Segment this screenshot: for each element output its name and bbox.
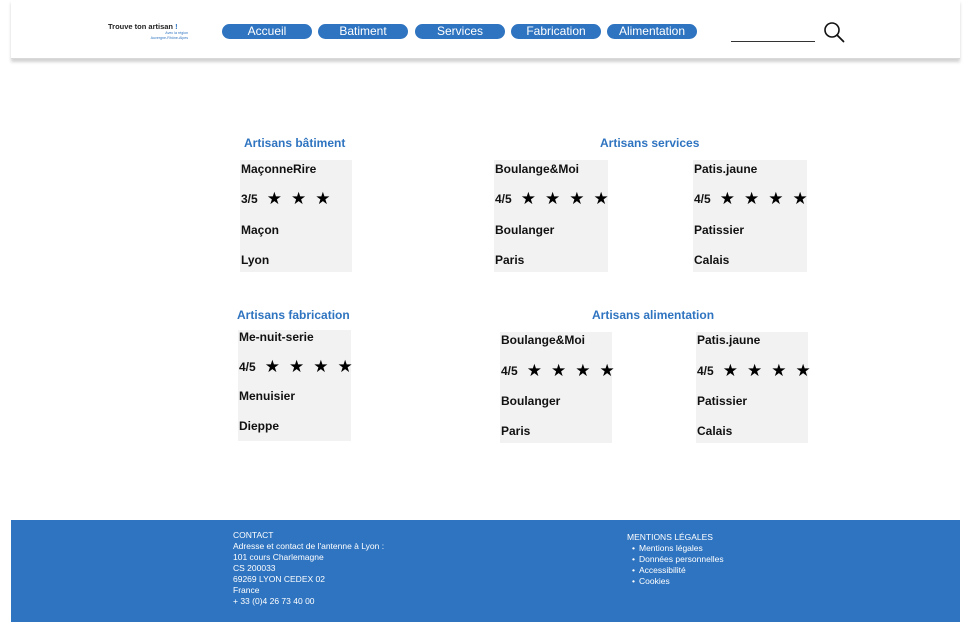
artisan-name: Boulange&Moi <box>495 162 579 176</box>
star-icon: ★ <box>593 189 609 208</box>
section-title-alimentation: Artisans alimentation <box>592 308 715 322</box>
artisan-card[interactable]: Boulange&Moi 4/5 ★ ★ ★ ★ Boulanger Paris <box>494 160 609 272</box>
contact-line: Adresse et contact de l'antenne à Lyon : <box>233 541 385 551</box>
artisan-card[interactable]: MaçonneRire 3/5 ★ ★ ★ Maçon Lyon <box>240 160 352 272</box>
rating-value: 4/5 <box>697 363 714 378</box>
star-icon: ★ <box>526 361 542 380</box>
artisan-rating: 4/5 ★ ★ ★ ★ <box>501 362 624 379</box>
star-icon: ★ <box>746 361 763 380</box>
nav-batiment[interactable]: Batiment <box>318 24 408 39</box>
artisan-rating: 4/5 ★ ★ ★ ★ <box>239 358 362 375</box>
artisan-card[interactable]: Patis.jaune 4/5 ★ ★ ★ ★ Patissier Calais <box>693 160 808 272</box>
artisan-job: Menuisier <box>239 389 296 403</box>
header: Trouve ton artisan ! Avec la région Auve… <box>11 0 960 59</box>
star-icon: ★ <box>768 189 784 208</box>
artisan-rating: 3/5 ★ ★ ★ <box>241 190 339 207</box>
legal-link-accessibilite[interactable]: Accessibilité <box>632 565 724 576</box>
rating-value: 4/5 <box>694 191 711 206</box>
artisan-city: Calais <box>694 253 730 267</box>
contact-line: 101 cours Charlemagne <box>233 552 324 562</box>
star-icon: ★ <box>264 357 280 376</box>
star-icon: ★ <box>315 189 331 208</box>
search-icon[interactable] <box>823 21 845 43</box>
contact-title: CONTACT <box>233 530 274 540</box>
star-icon: ★ <box>599 361 615 380</box>
rating-value: 4/5 <box>239 359 256 374</box>
legal-title: MENTIONS LÉGALES <box>627 532 713 542</box>
contact-line: CS 200033 <box>233 563 276 573</box>
search-input[interactable] <box>731 41 815 42</box>
star-icon: ★ <box>337 357 353 376</box>
star-icon: ★ <box>544 189 561 208</box>
legal-links: Mentions légales Données personnelles Ac… <box>627 543 724 587</box>
rating-value: 4/5 <box>501 363 518 378</box>
nav-fabrication[interactable]: Fabrication <box>511 24 601 39</box>
star-icon: ★ <box>722 361 738 380</box>
legal-link-donnees[interactable]: Données personnelles <box>632 554 724 565</box>
artisan-job: Patissier <box>694 223 745 237</box>
star-icon: ★ <box>795 361 811 380</box>
artisan-name: Me-nuit-serie <box>239 330 314 344</box>
artisan-name: Boulange&Moi <box>501 333 585 347</box>
nav-alimentation[interactable]: Alimentation <box>607 24 697 39</box>
star-icon: ★ <box>266 189 282 208</box>
star-icon: ★ <box>288 357 305 376</box>
nav-services[interactable]: Services <box>415 24 505 39</box>
artisan-job: Patissier <box>697 394 748 408</box>
footer: CONTACT Adresse et contact de l'antenne … <box>11 520 960 622</box>
star-icon: ★ <box>719 189 735 208</box>
star-icon: ★ <box>313 357 329 376</box>
artisan-rating: 4/5 ★ ★ ★ ★ <box>697 362 820 379</box>
star-icon: ★ <box>575 361 591 380</box>
star-icon: ★ <box>743 189 760 208</box>
artisan-card[interactable]: Boulange&Moi 4/5 ★ ★ ★ ★ Boulanger Paris <box>500 332 615 443</box>
nav-accueil[interactable]: Accueil <box>222 24 312 39</box>
footer-contact: CONTACT Adresse et contact de l'antenne … <box>233 530 384 607</box>
section-title-services: Artisans services <box>600 136 700 150</box>
artisan-card[interactable]: Me-nuit-serie 4/5 ★ ★ ★ ★ Menuisier Diep… <box>238 330 353 441</box>
star-icon: ★ <box>771 361 787 380</box>
star-icon: ★ <box>550 361 567 380</box>
section-title-batiment: Artisans bâtiment <box>244 136 346 150</box>
rating-value: 4/5 <box>495 191 512 206</box>
artisan-card[interactable]: Patis.jaune 4/5 ★ ★ ★ ★ Patissier Calais <box>696 332 811 443</box>
artisan-name: Patis.jaune <box>694 162 758 176</box>
artisan-job: Boulanger <box>501 394 561 408</box>
star-icon: ★ <box>520 189 536 208</box>
star-icon: ★ <box>792 189 808 208</box>
artisan-rating: 4/5 ★ ★ ★ ★ <box>495 190 618 207</box>
artisan-job: Boulanger <box>495 223 555 237</box>
legal-link-cookies[interactable]: Cookies <box>632 576 724 587</box>
page: Trouve ton artisan ! Avec la région Auve… <box>0 0 976 630</box>
footer-legal: MENTIONS LÉGALES Mentions légales Donnée… <box>627 532 724 587</box>
star-icon: ★ <box>569 189 585 208</box>
artisan-city: Calais <box>697 424 733 438</box>
artisan-city: Lyon <box>241 253 270 267</box>
artisan-rating: 4/5 ★ ★ ★ ★ <box>694 190 817 207</box>
artisan-city: Dieppe <box>239 419 280 433</box>
artisan-city: Paris <box>495 253 525 267</box>
main-nav: Accueil Batiment Services Fabrication Al… <box>11 24 960 39</box>
legal-link-mentions[interactable]: Mentions légales <box>632 543 724 554</box>
rating-value: 3/5 <box>241 191 258 206</box>
star-icon: ★ <box>290 189 307 208</box>
artisan-name: Patis.jaune <box>697 333 761 347</box>
contact-line: 69269 LYON CEDEX 02 <box>233 574 325 584</box>
artisan-name: MaçonneRire <box>241 162 317 176</box>
contact-line: France <box>233 585 260 595</box>
artisan-city: Paris <box>501 424 531 438</box>
contact-phone: + 33 (0)4 26 73 40 00 <box>233 596 315 606</box>
artisan-job: Maçon <box>241 223 280 237</box>
section-title-fabrication: Artisans fabrication <box>237 308 350 322</box>
